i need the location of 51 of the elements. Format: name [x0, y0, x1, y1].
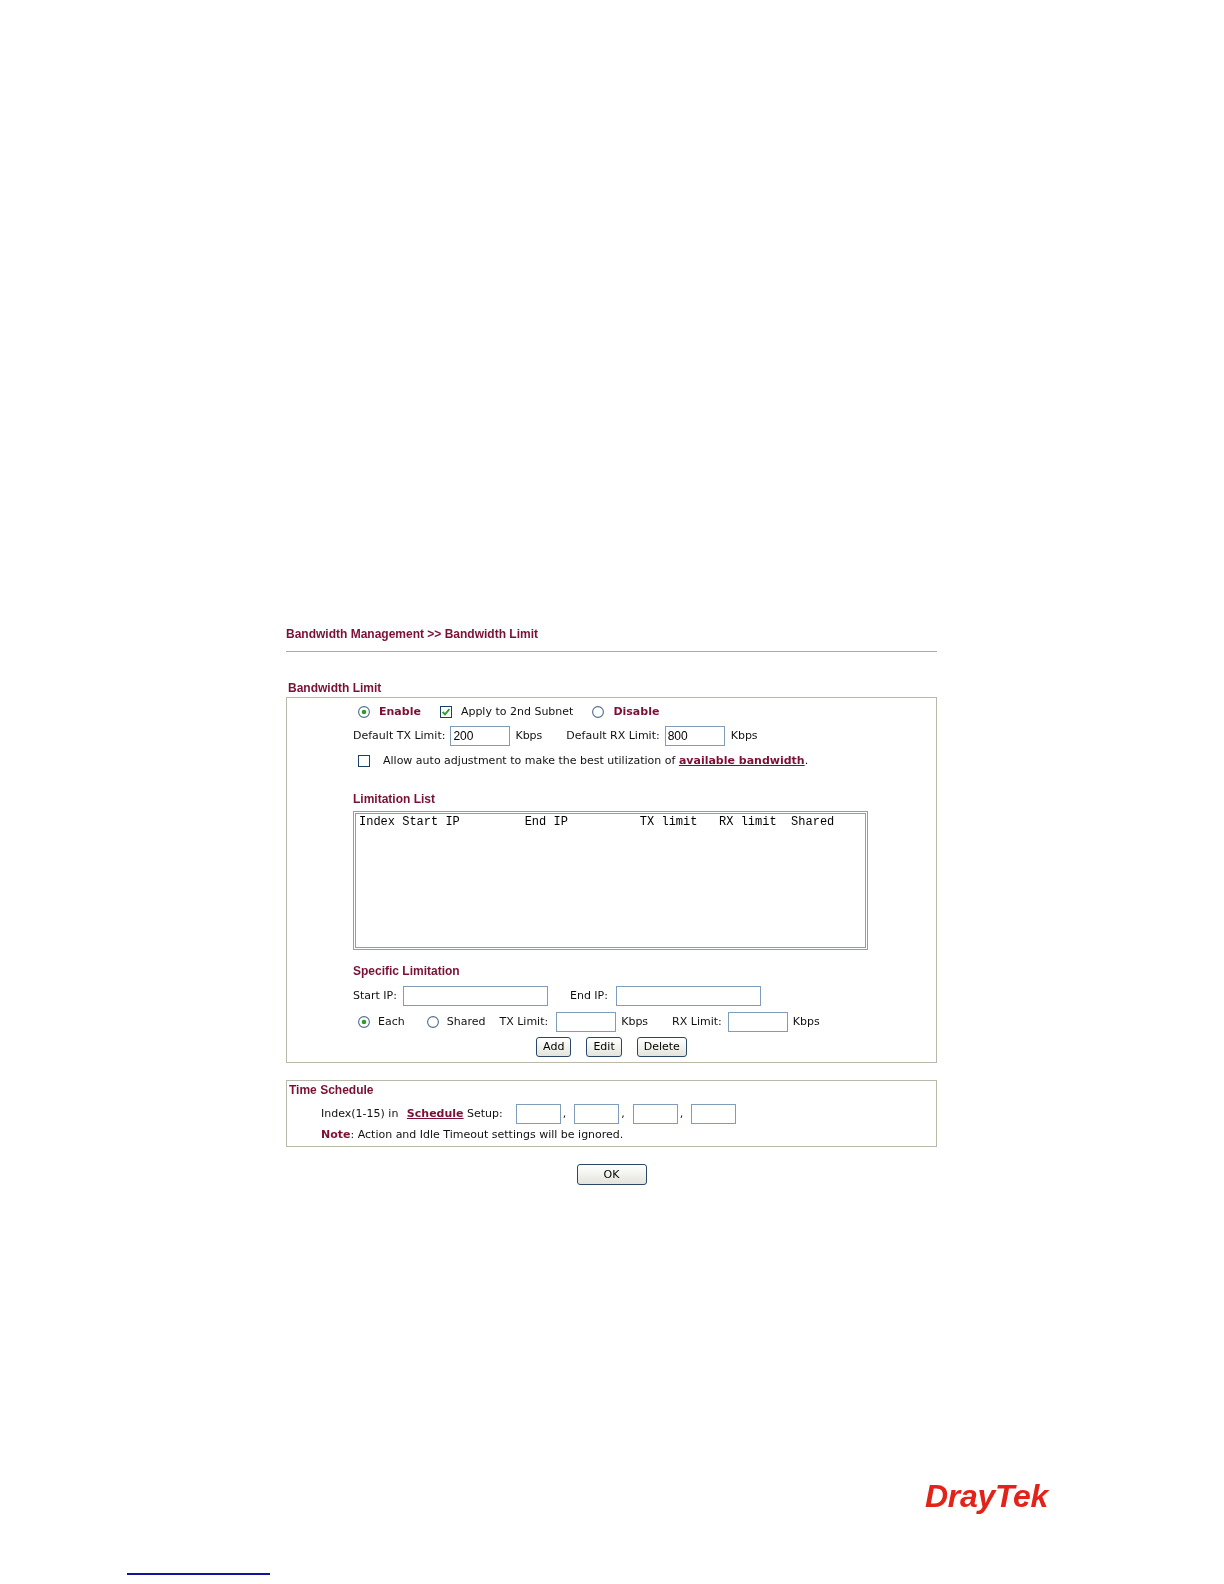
- field-label: Default TX Limit:: [353, 728, 446, 744]
- schedule-index-field[interactable]: [691, 1104, 737, 1124]
- auto-adjust-label: Allow auto adjustment to make the best utilization of available bandwidth.: [383, 753, 809, 769]
- separator-text: ,: [621, 1106, 625, 1122]
- unit-label: Kbps: [621, 1014, 649, 1030]
- ok-button[interactable]: OK: [576, 1164, 647, 1185]
- radio-button[interactable]: [592, 706, 605, 718]
- unit-label: Kbps: [792, 1014, 820, 1030]
- checkbox[interactable]: [358, 755, 370, 767]
- section-title: Time Schedule: [289, 1082, 375, 1098]
- radio-button[interactable]: [358, 706, 370, 718]
- edit-button[interactable]: Edit: [586, 1037, 622, 1057]
- breadcrumb-title: Bandwidth Management >> Bandwidth Limit: [286, 626, 539, 642]
- schedule-link[interactable]: Schedule: [406, 1107, 464, 1120]
- option-label: Apply to 2nd Subnet: [460, 704, 574, 720]
- tx-limit-field[interactable]: [556, 1012, 617, 1032]
- radio-button[interactable]: [426, 1016, 439, 1028]
- add-button[interactable]: Add: [536, 1037, 572, 1057]
- section-title: Limitation List: [353, 791, 436, 807]
- option-label: Enable: [379, 704, 421, 720]
- schedule-index-field[interactable]: [515, 1104, 561, 1124]
- brand-logo: DrayTek: [925, 1478, 1048, 1514]
- option-label: Shared: [446, 1014, 486, 1030]
- unit-label: Kbps: [730, 728, 758, 744]
- list-header-text: Index Start IP End IP TX limit RX limit Shared: [359, 815, 836, 829]
- limitation-list-box[interactable]: Index Start IP End IP TX limit RX limit Shared: [353, 811, 868, 950]
- section-title: Specific Limitation: [353, 963, 461, 979]
- rx-limit-field[interactable]: 800: [664, 726, 725, 746]
- checkbox[interactable]: [439, 706, 452, 718]
- rx-limit-field[interactable]: [727, 1012, 788, 1032]
- available-bandwidth-link[interactable]: available bandwidth: [678, 754, 805, 767]
- radio-button[interactable]: [358, 1016, 370, 1028]
- schedule-index-field[interactable]: [574, 1104, 620, 1124]
- option-label: Each: [378, 1014, 405, 1030]
- field-label: End IP:: [569, 987, 608, 1004]
- schedule-index-field[interactable]: [632, 1104, 678, 1124]
- field-label: RX Limit:: [672, 1014, 722, 1030]
- end-ip-field[interactable]: [615, 985, 761, 1006]
- tx-limit-field[interactable]: 200: [450, 726, 511, 746]
- start-ip-field[interactable]: [402, 985, 548, 1006]
- unit-label: Kbps: [515, 728, 543, 744]
- field-label: Default RX Limit:: [566, 728, 660, 744]
- delete-button[interactable]: Delete: [636, 1037, 687, 1057]
- schedule-index-label: Index(1-15) in Schedule Setup:: [321, 1106, 503, 1122]
- note-text: Note: Action and Idle Timeout settings will be ignored.: [321, 1127, 624, 1143]
- section-title: Bandwidth Limit: [288, 680, 383, 696]
- option-label: Disable: [613, 704, 660, 720]
- field-label: TX Limit:: [499, 1014, 549, 1030]
- field-label: Start IP:: [353, 987, 397, 1004]
- separator-text: ,: [679, 1106, 684, 1122]
- separator-text: ,: [562, 1106, 567, 1122]
